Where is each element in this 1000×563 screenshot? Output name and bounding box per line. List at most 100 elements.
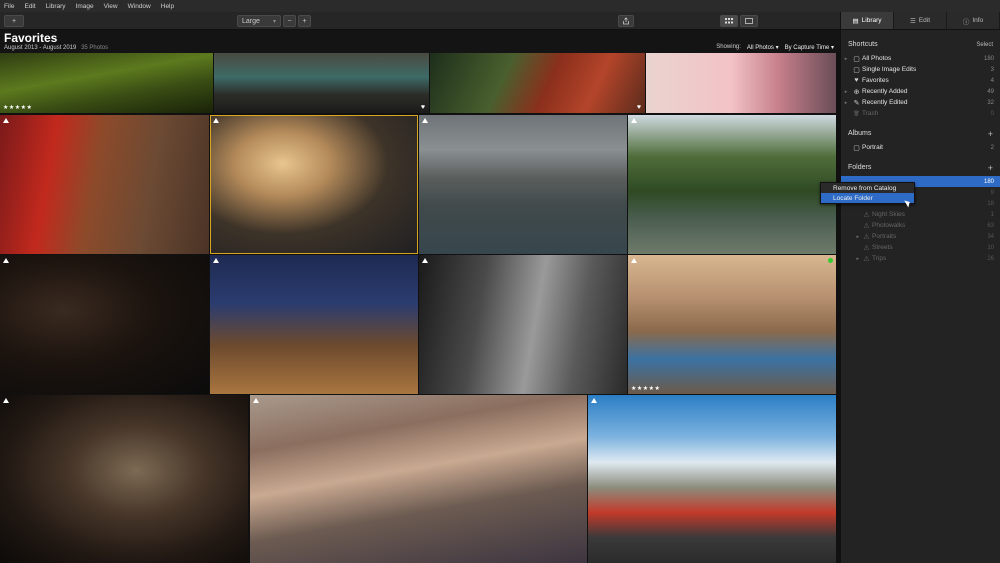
shortcut-count: 4 (990, 77, 994, 84)
photo-thumbnail[interactable] (419, 115, 627, 254)
warning-icon: ⚠ (863, 255, 870, 263)
favorite-heart-icon[interactable]: ♥ (637, 104, 641, 111)
warning-icon: ⚠ (863, 244, 870, 252)
menu-file[interactable]: File (4, 3, 14, 10)
showing-filter-dropdown[interactable]: All Photos ▾ (747, 44, 779, 51)
album-count: 2 (990, 144, 994, 151)
page-title: Favorites (4, 31, 58, 45)
warning-icon (591, 398, 597, 403)
shortcut-label: Trash (862, 110, 879, 117)
warning-icon: ⚠ (863, 233, 870, 241)
zoom-out-button[interactable]: − (283, 15, 296, 27)
shortcut-recently-added[interactable]: ▸ ⊕ Recently Added 49 (841, 86, 1000, 97)
photo-thumbnail-selected[interactable] (210, 115, 418, 254)
photo-thumbnail[interactable] (588, 395, 836, 563)
folders-heading: Folders (848, 164, 872, 171)
date-range: August 2013 - August 2019 35 Photos (4, 45, 108, 51)
album-portrait[interactable]: ▢ Portrait 2 (841, 142, 1000, 153)
folder-count: 10 (987, 244, 994, 251)
shortcut-recently-edited[interactable]: ▸ ✎ Recently Edited 32 (841, 97, 1000, 108)
shortcut-label: All Photos (862, 55, 892, 62)
folder-count: 26 (987, 255, 994, 262)
folder-count: 34 (987, 233, 994, 240)
tab-library[interactable]: ▤ Library (841, 12, 894, 29)
photo-thumbnail[interactable] (0, 395, 248, 563)
photo-thumbnail[interactable] (628, 115, 836, 254)
size-value: Large (242, 17, 260, 25)
shortcut-favorites[interactable]: ♥ Favorites 4 (841, 75, 1000, 86)
status-dot-icon (828, 258, 833, 263)
folder-photowalks[interactable]: ⚠ Photowalks 63 (841, 220, 1000, 231)
shortcuts-heading: Shortcuts (848, 41, 878, 48)
chevron-right-icon[interactable]: ▸ (841, 234, 861, 240)
menu-help[interactable]: Help (161, 3, 174, 10)
showing-label: Showing: (716, 44, 741, 50)
photos-icon: ▢ (853, 55, 860, 63)
menu-edit[interactable]: Edit (24, 3, 35, 10)
rating-stars: ★★★★★ (3, 105, 33, 111)
add-photos-button[interactable]: + (4, 15, 24, 27)
warning-icon (422, 258, 428, 263)
shortcut-count: 0 (990, 110, 994, 117)
menu-image[interactable]: Image (76, 3, 94, 10)
single-view-button[interactable] (740, 15, 758, 27)
chevron-right-icon[interactable]: ▸ (841, 100, 851, 106)
warning-icon: ⚠ (863, 222, 870, 230)
library-icon: ▤ (852, 17, 859, 25)
folder-trips[interactable]: ▸ ⚠ Trips 26 (841, 253, 1000, 264)
tab-info[interactable]: ⓘ Info (947, 12, 1000, 29)
menu-window[interactable]: Window (128, 3, 151, 10)
grid-view-icon (725, 18, 733, 24)
photo-thumbnail[interactable] (210, 255, 418, 394)
zoom-in-button[interactable]: + (298, 15, 311, 27)
add-folder-button[interactable]: + (988, 163, 993, 173)
chevron-right-icon[interactable]: ▸ (841, 89, 851, 95)
folder-count: 1 (990, 211, 994, 218)
photo-thumbnail[interactable] (0, 115, 209, 254)
folder-portraits[interactable]: ▸ ⚠ Portraits 34 (841, 231, 1000, 242)
photo-thumbnail[interactable]: ★★★★★ (628, 255, 836, 394)
locate-folder-menu-item[interactable]: Locate Folder (821, 193, 914, 203)
shortcuts-select-button[interactable]: Select (976, 42, 993, 48)
remove-from-catalog-menu-item[interactable]: Remove from Catalog (821, 183, 914, 193)
menu-library[interactable]: Library (46, 3, 66, 10)
photo-thumbnail[interactable] (646, 53, 836, 113)
chevron-right-icon[interactable]: ▸ (841, 56, 851, 62)
photo-thumbnail[interactable] (419, 255, 627, 394)
chevron-right-icon[interactable]: ▸ (841, 256, 861, 262)
photo-thumbnail[interactable] (0, 255, 209, 394)
shortcut-label: Favorites (862, 77, 889, 84)
pencil-icon: ✎ (853, 99, 860, 107)
thumbnail-size-select[interactable]: Large ▾ (237, 15, 281, 27)
tab-label: Info (972, 17, 984, 24)
add-album-button[interactable]: + (988, 129, 993, 139)
favorite-heart-icon[interactable]: ♥ (421, 104, 425, 111)
folder-label: Portraits (872, 233, 897, 240)
share-button[interactable] (618, 15, 634, 27)
single-view-icon (745, 18, 753, 24)
photo-thumbnail[interactable] (250, 395, 587, 563)
shortcut-trash[interactable]: 🗑 Trash 0 (841, 108, 1000, 119)
sort-bar: Showing: All Photos ▾ By Capture Time ▾ (716, 44, 834, 51)
shortcut-single-image-edits[interactable]: ▢ Single Image Edits 3 (841, 64, 1000, 75)
warning-icon (213, 258, 219, 263)
photo-thumbnail[interactable]: ★★★★★ (0, 53, 213, 113)
warning-icon (3, 258, 9, 263)
tab-edit[interactable]: ☰ Edit (894, 12, 947, 29)
folder-night-skies[interactable]: ⚠ Night Skies 1 (841, 209, 1000, 220)
sliders-icon: ☰ (909, 17, 916, 25)
folder-count: 18 (987, 200, 994, 207)
folder-label: Night Skies (872, 211, 905, 218)
shortcut-label: Recently Edited (862, 99, 908, 106)
photo-thumbnail[interactable]: ♥ (214, 53, 429, 113)
folder-streets[interactable]: ⚠ Streets 10 (841, 242, 1000, 253)
shortcut-all-photos[interactable]: ▸ ▢ All Photos 180 (841, 53, 1000, 64)
menu-view[interactable]: View (104, 3, 118, 10)
folder-count: 180 (983, 178, 994, 185)
folder-label: Streets (872, 244, 893, 251)
share-icon (623, 17, 629, 25)
grid-view-button[interactable] (720, 15, 738, 27)
photo-count: 35 Photos (81, 45, 109, 51)
sort-order-dropdown[interactable]: By Capture Time ▾ (785, 44, 834, 51)
photo-thumbnail[interactable]: ♥ (430, 53, 645, 113)
